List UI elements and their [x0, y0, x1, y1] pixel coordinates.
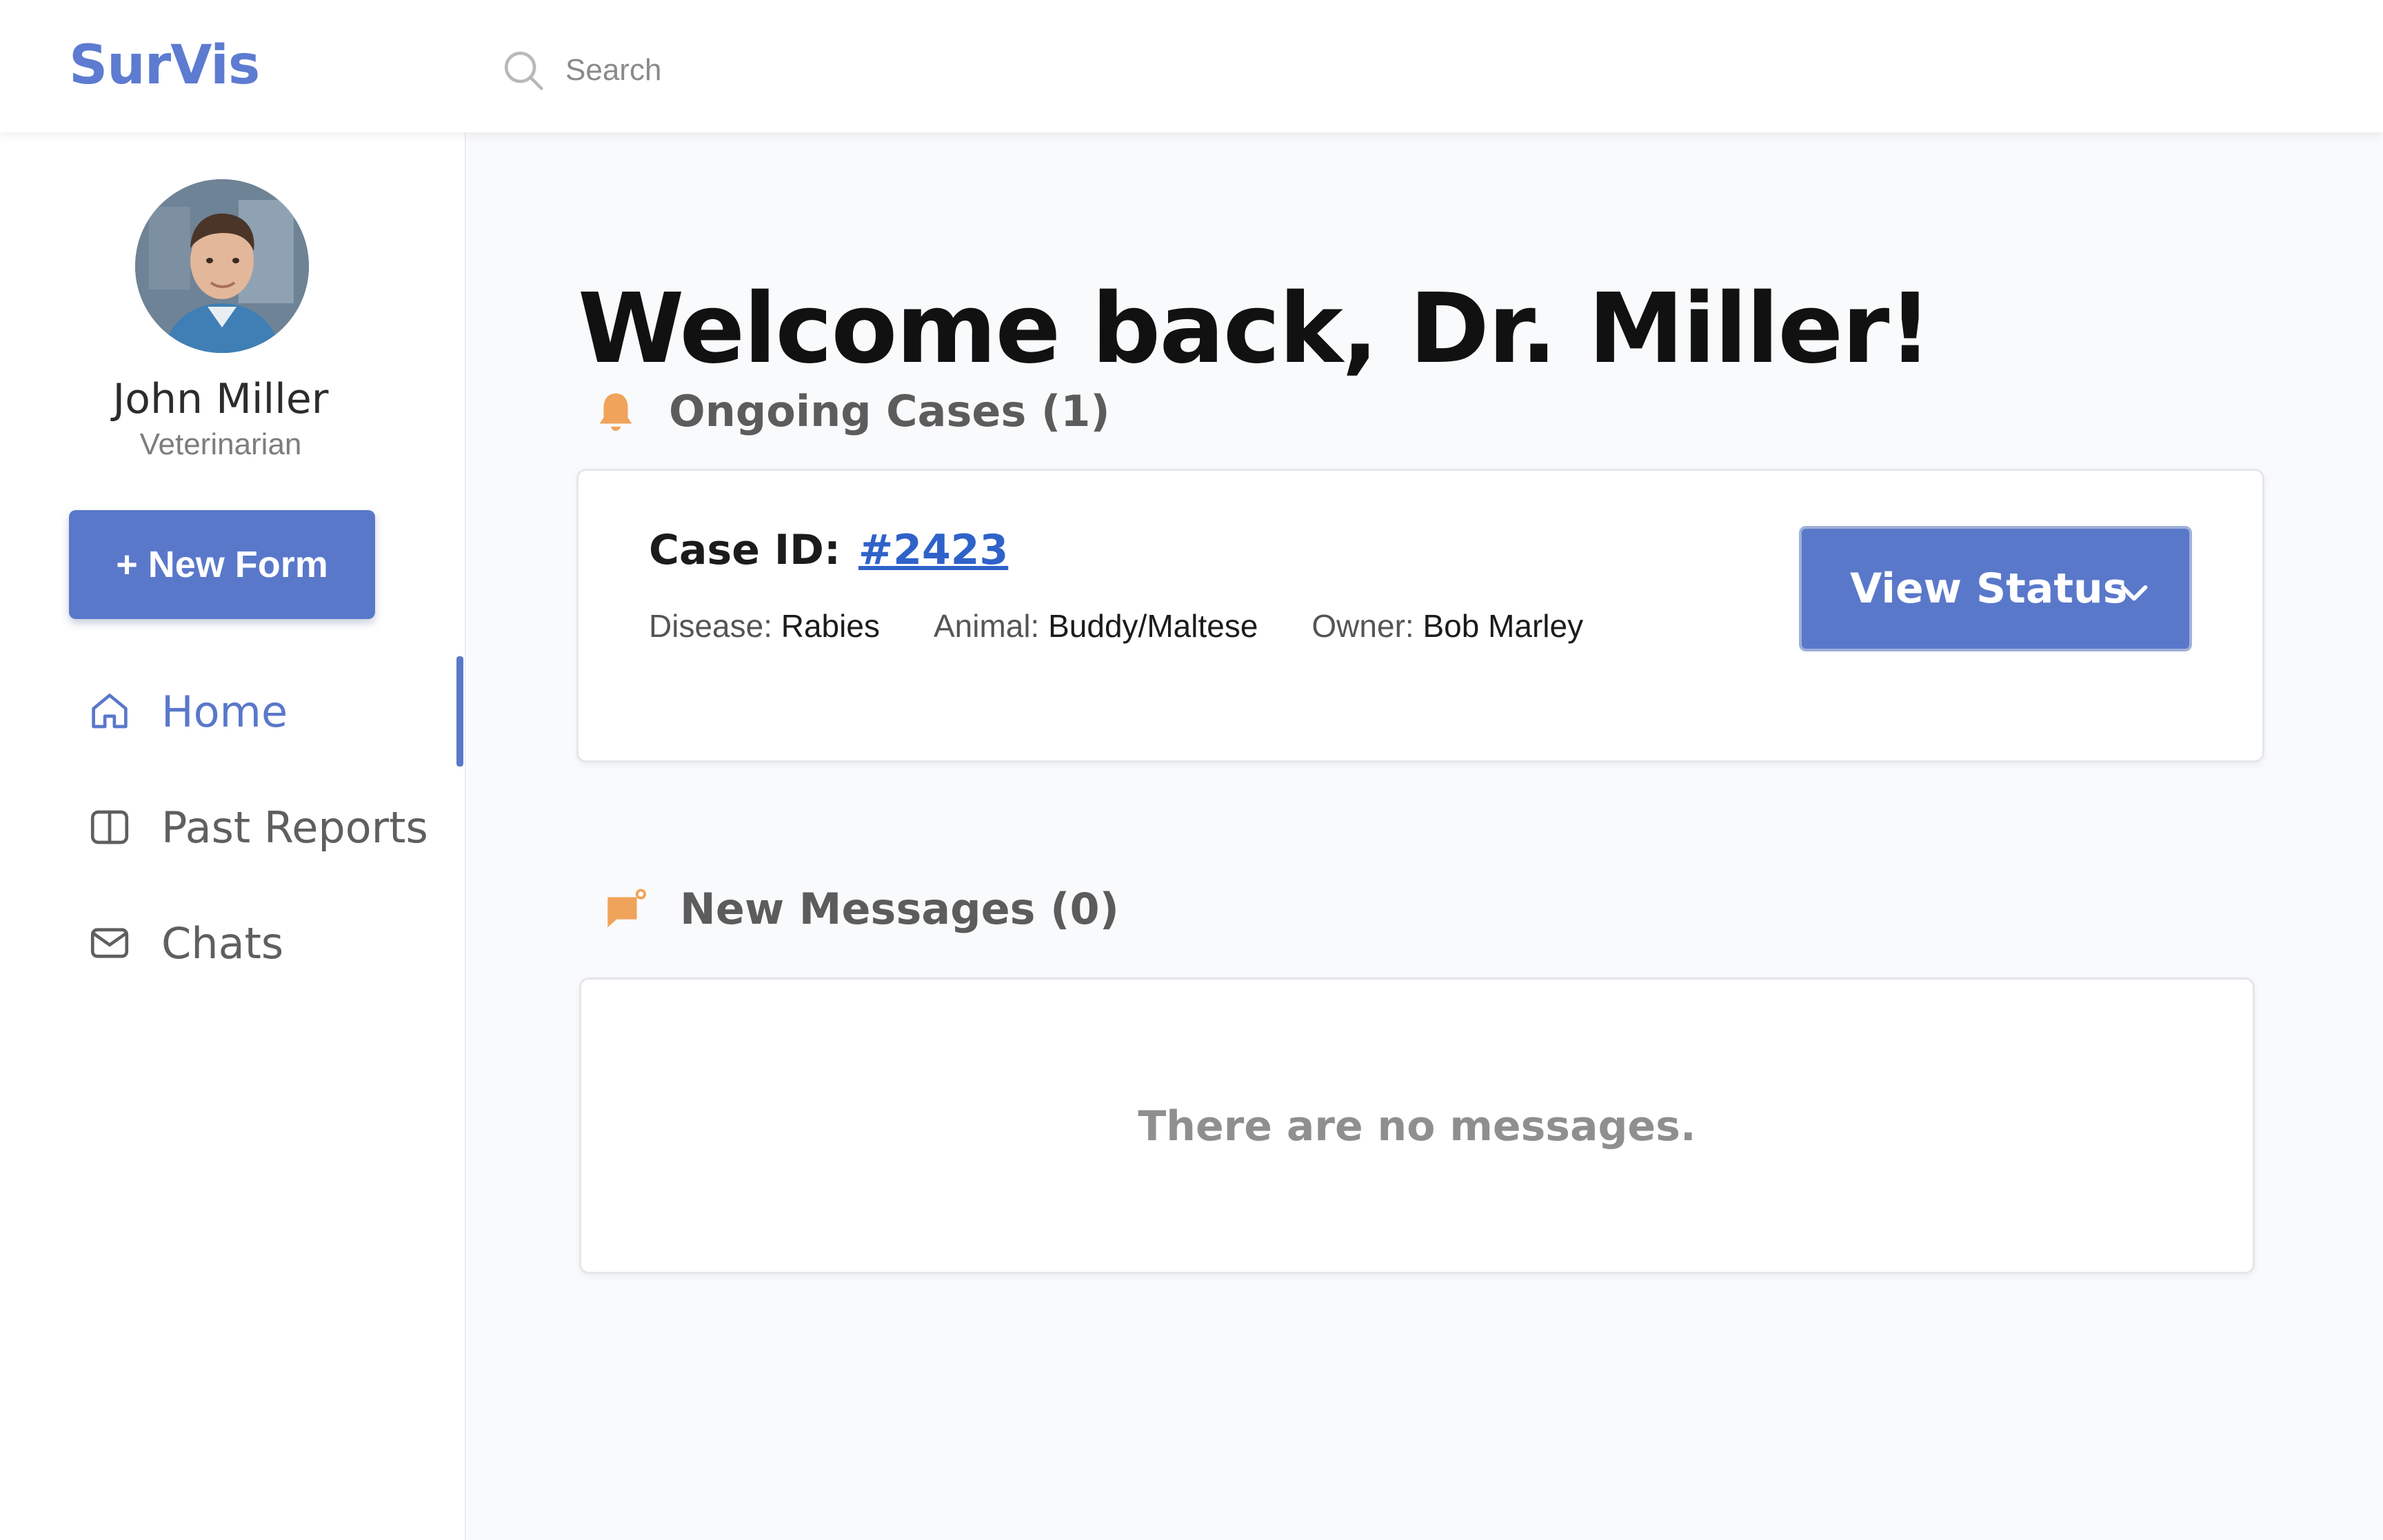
page-title: Welcome back, Dr. Miller!: [578, 272, 1932, 385]
avatar[interactable]: [135, 179, 309, 353]
chevron-down-icon: [2120, 585, 2148, 601]
avatar-photo: [135, 179, 309, 353]
new-messages-header: New Messages (0): [603, 884, 1119, 934]
empty-messages-text: There are no messages.: [1138, 1102, 1696, 1151]
case-owner: Owner: Bob Marley: [1311, 607, 1583, 645]
user-role: Veterinarian: [139, 427, 302, 461]
top-bar: SurVis: [0, 0, 2383, 132]
new-form-button[interactable]: + New Form: [69, 510, 375, 619]
brand-logo[interactable]: SurVis: [69, 34, 260, 97]
messages-card: There are no messages.: [579, 977, 2255, 1274]
case-id-row: Case ID: #2423: [649, 526, 1008, 574]
message-notification-icon: [607, 889, 646, 927]
sidebar-item-label: Past Reports: [161, 802, 428, 853]
case-id-label: Case ID:: [649, 526, 841, 574]
disease-value: Rabies: [781, 608, 880, 644]
main-content: Welcome back, Dr. Miller! Ongoing Cases …: [467, 132, 2383, 1540]
mail-icon: [90, 928, 129, 958]
sidebar-item-past-reports[interactable]: Past Reports: [0, 772, 466, 882]
case-disease: Disease: Rabies: [649, 607, 880, 645]
animal-value: Buddy/Maltese: [1048, 608, 1258, 644]
sidebar: John Miller Veterinarian + New Form Home…: [0, 132, 466, 1540]
case-animal: Animal: Buddy/Maltese: [934, 607, 1258, 645]
active-nav-indicator: [456, 656, 463, 767]
sidebar-item-label: Chats: [161, 918, 284, 969]
search-bar[interactable]: [499, 44, 1327, 97]
view-status-label: View Status: [1850, 565, 2128, 613]
ongoing-cases-title: Ongoing Cases (1): [669, 386, 1110, 436]
owner-key: Owner:: [1311, 608, 1414, 644]
case-card: Case ID: #2423 Disease: Rabies Animal: B…: [576, 469, 2264, 762]
sidebar-item-home[interactable]: Home: [0, 656, 466, 767]
sidebar-item-label: Home: [161, 686, 288, 737]
case-id-link[interactable]: #2423: [858, 526, 1008, 574]
home-icon: [92, 693, 128, 729]
ongoing-cases-header: Ongoing Cases (1): [592, 386, 1110, 436]
sidebar-item-chats[interactable]: Chats: [0, 888, 466, 998]
bell-icon: [599, 393, 632, 431]
search-icon: [504, 51, 543, 90]
view-status-button[interactable]: View Status: [1799, 526, 2192, 651]
case-meta: Disease: Rabies Animal: Buddy/Maltese Ow…: [649, 607, 1637, 645]
animal-key: Animal:: [933, 608, 1040, 644]
new-messages-title: New Messages (0): [680, 884, 1119, 934]
user-name: John Miller: [112, 375, 329, 423]
disease-key: Disease:: [649, 608, 772, 644]
search-input[interactable]: [564, 52, 1185, 88]
book-icon: [90, 810, 129, 844]
owner-value: Bob Marley: [1422, 608, 1584, 644]
